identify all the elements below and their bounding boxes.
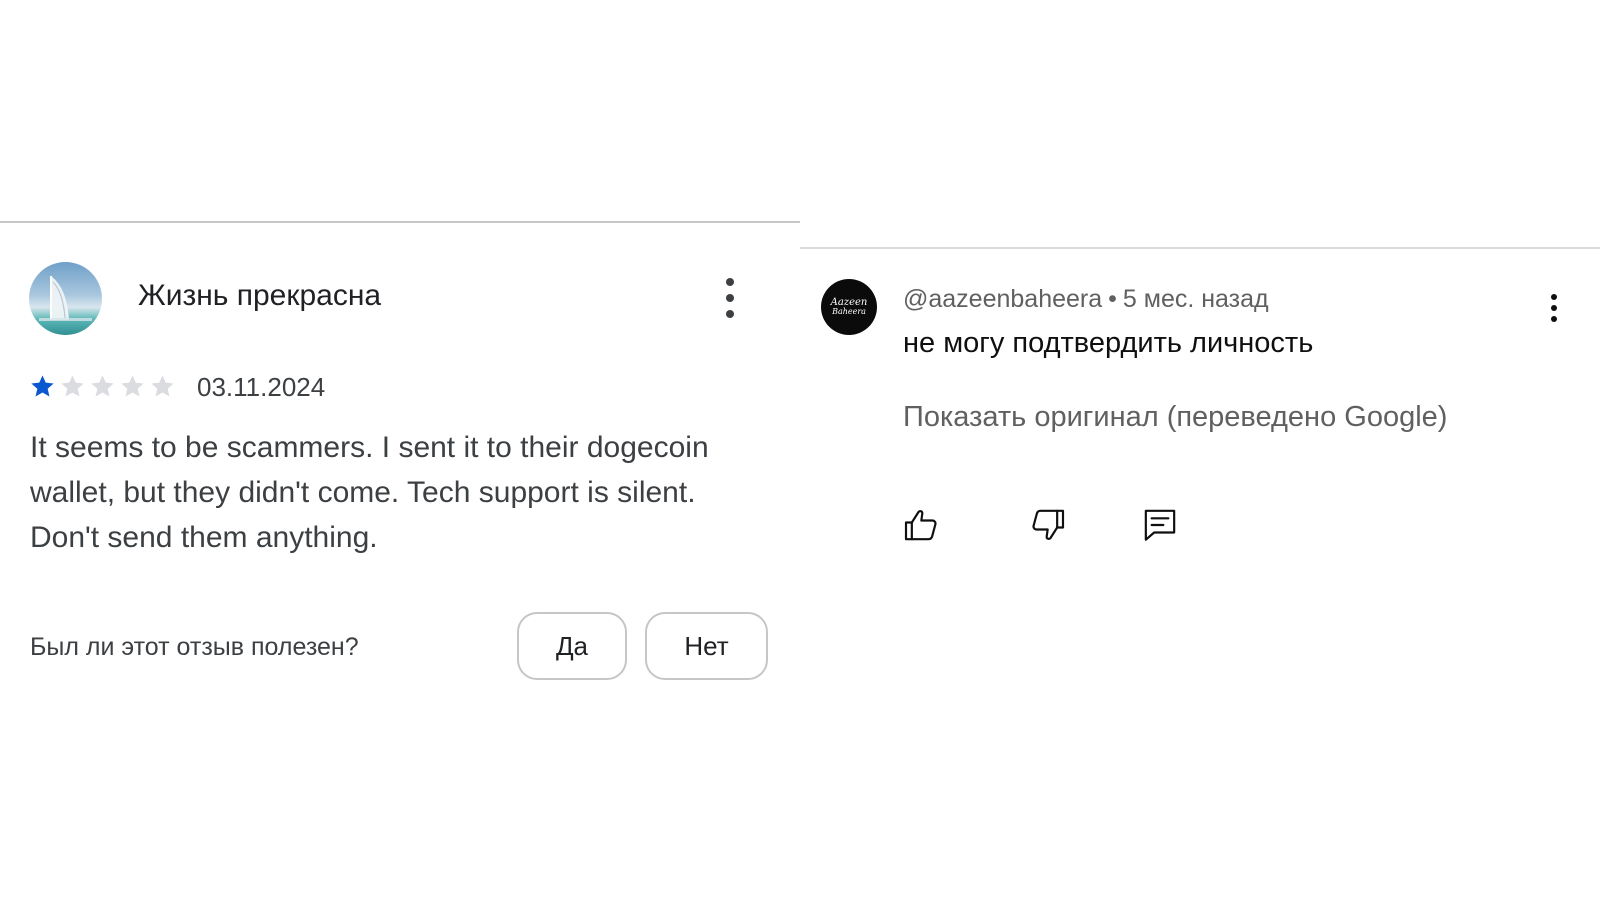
comment-reply-icon[interactable] [1140, 505, 1180, 545]
more-options-icon[interactable] [722, 278, 738, 318]
dot [726, 278, 734, 286]
reviewer-name: Жизнь прекрасна [138, 279, 382, 312]
dot [1551, 294, 1557, 300]
divider [800, 247, 1600, 249]
star-rating [29, 373, 176, 400]
comment-author[interactable]: @aazeenbaheera [903, 285, 1102, 313]
commenter-avatar[interactable]: Aazeen Baheera [821, 279, 877, 335]
avatar-text: Aazeen [830, 297, 868, 308]
helpful-no-button[interactable]: Нет [645, 612, 768, 680]
helpful-question: Был ли этот отзыв полезен? [30, 633, 359, 661]
more-options-icon[interactable] [1550, 294, 1558, 322]
comment-meta: @aazeenbaheera • 5 мес. назад [903, 285, 1269, 314]
thumb-up-icon[interactable] [901, 505, 941, 545]
helpful-yes-button[interactable]: Да [517, 612, 627, 680]
dot [726, 294, 734, 302]
comment-time: 5 мес. назад [1122, 285, 1269, 313]
show-original-link[interactable]: Показать оригинал (переведено Google) [903, 401, 1447, 434]
star-filled-icon [29, 373, 56, 400]
divider [0, 221, 800, 223]
avatar-text: Baheera [832, 307, 866, 316]
dot [726, 310, 734, 318]
dot [1551, 305, 1557, 311]
review-date: 03.11.2024 [197, 372, 326, 402]
play-review-card: Жизнь прекрасна 03.11.2024 It seems to b… [0, 0, 800, 900]
dot [1551, 316, 1557, 322]
star-empty-icon [149, 373, 176, 400]
star-empty-icon [119, 373, 146, 400]
star-empty-icon [59, 373, 86, 400]
meta-separator: • [1108, 285, 1117, 313]
star-empty-icon [89, 373, 116, 400]
comment-text: не могу подтвердить личность [903, 327, 1314, 359]
thumb-down-icon[interactable] [1028, 505, 1068, 545]
review-text: It seems to be scammers. I sent it to th… [30, 431, 709, 554]
reviewer-avatar [29, 262, 102, 335]
